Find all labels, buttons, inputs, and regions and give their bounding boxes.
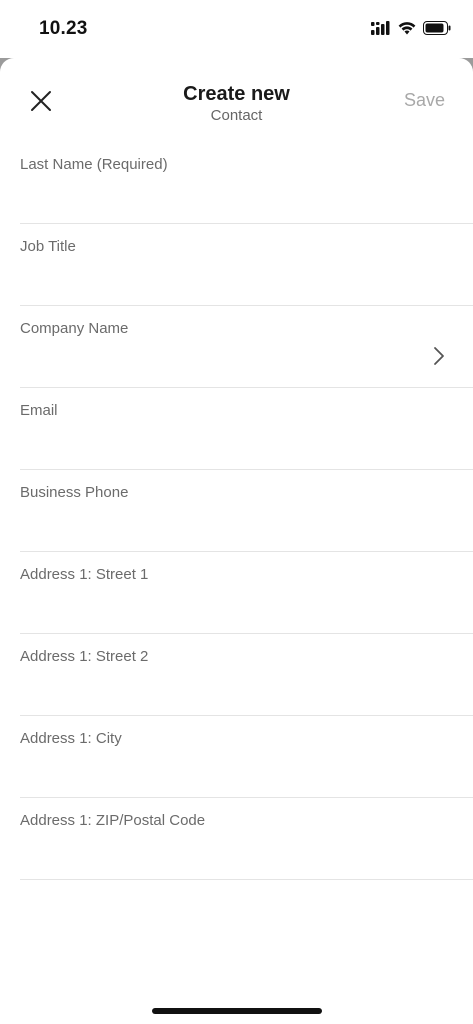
field-label: Last Name (Required): [20, 156, 168, 173]
field-company-name[interactable]: Company Name: [20, 306, 473, 388]
email-input[interactable]: [20, 428, 420, 456]
chevron-right-icon: [433, 346, 445, 371]
field-last-name[interactable]: Last Name (Required): [20, 142, 473, 224]
company-name-input[interactable]: [20, 346, 420, 374]
status-icons: [371, 20, 451, 40]
field-label: Address 1: Street 2: [20, 648, 149, 665]
field-zip-postal-code[interactable]: Address 1: ZIP/Postal Code: [20, 798, 473, 880]
field-city[interactable]: Address 1: City: [20, 716, 473, 798]
home-indicator[interactable]: [152, 1008, 322, 1014]
street-2-input[interactable]: [20, 674, 420, 702]
zip-postal-code-input[interactable]: [20, 838, 420, 866]
field-job-title[interactable]: Job Title: [20, 224, 473, 306]
field-label: Business Phone: [20, 484, 129, 501]
battery-icon: [423, 20, 451, 40]
last-name-input[interactable]: [20, 182, 420, 210]
field-label: Address 1: ZIP/Postal Code: [20, 812, 206, 829]
cellular-signal-icon: [371, 20, 391, 40]
business-phone-input[interactable]: [20, 510, 420, 538]
form-fields: Last Name (Required) Job Title Company N…: [20, 142, 473, 880]
field-label: Address 1: City: [20, 730, 122, 747]
field-business-phone[interactable]: Business Phone: [20, 470, 473, 552]
status-time: 10.23: [39, 18, 88, 39]
street-1-input[interactable]: [20, 592, 420, 620]
field-label: Job Title: [20, 238, 76, 255]
company-lookup-button[interactable]: [429, 346, 449, 370]
create-contact-sheet: Create new Contact Save Last Name (Requi…: [0, 58, 473, 1024]
field-label: Email: [20, 402, 58, 419]
sheet-header: Create new Contact Save: [0, 58, 473, 148]
field-street-1[interactable]: Address 1: Street 1: [20, 552, 473, 634]
wifi-icon: [398, 21, 416, 40]
field-email[interactable]: Email: [20, 388, 473, 470]
save-button[interactable]: Save: [404, 90, 445, 111]
job-title-input[interactable]: [20, 264, 420, 292]
field-label: Address 1: Street 1: [20, 566, 149, 583]
page-subtitle: Contact: [210, 107, 263, 124]
field-label: Company Name: [20, 320, 129, 337]
status-bar: 10.23: [0, 0, 473, 58]
field-street-2[interactable]: Address 1: Street 2: [20, 634, 473, 716]
city-input[interactable]: [20, 756, 420, 784]
page-title: Create new: [183, 83, 290, 105]
title-block: Create new Contact: [0, 82, 473, 126]
